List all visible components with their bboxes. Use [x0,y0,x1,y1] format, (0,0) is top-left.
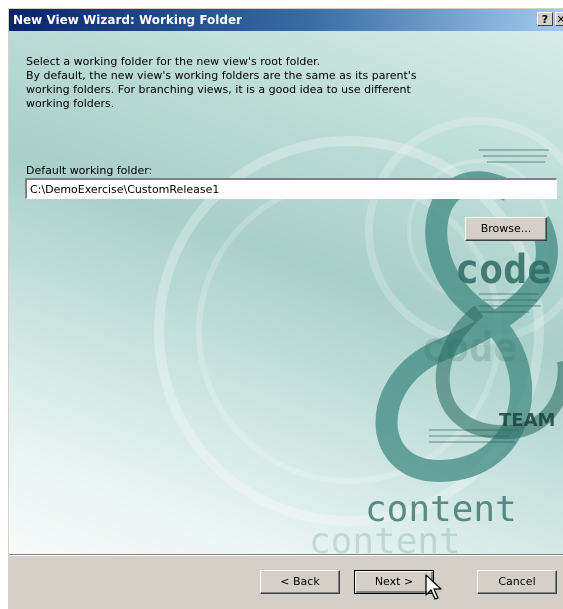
arrow-cursor-icon [425,574,442,600]
art-word-content-ghost: content [309,521,461,554]
wizard-content-panel: code code TEAM content content Select a … [9,31,563,554]
working-folder-input[interactable] [25,178,557,199]
next-button[interactable]: Next > [354,570,434,594]
default-working-folder-label: Default working folder: [26,164,153,177]
intro-text: Select a working folder for the new view… [26,55,417,110]
art-word-code: code [455,247,551,293]
button-bar: < Back Next > Cancel [9,554,563,609]
window-title: New View Wizard: Working Folder [13,13,243,27]
help-button[interactable]: ? [537,12,553,26]
wizard-dialog: New View Wizard: Working Folder ? ✕ [8,8,563,609]
browse-button[interactable]: Browse... [465,217,547,241]
close-button[interactable]: ✕ [555,12,563,26]
art-word-code-ghost: code [421,325,517,371]
art-word-team: TEAM [499,410,555,431]
back-button[interactable]: < Back [260,570,340,594]
cancel-button[interactable]: Cancel [477,570,557,594]
title-bar[interactable]: New View Wizard: Working Folder ? ✕ [9,9,563,31]
